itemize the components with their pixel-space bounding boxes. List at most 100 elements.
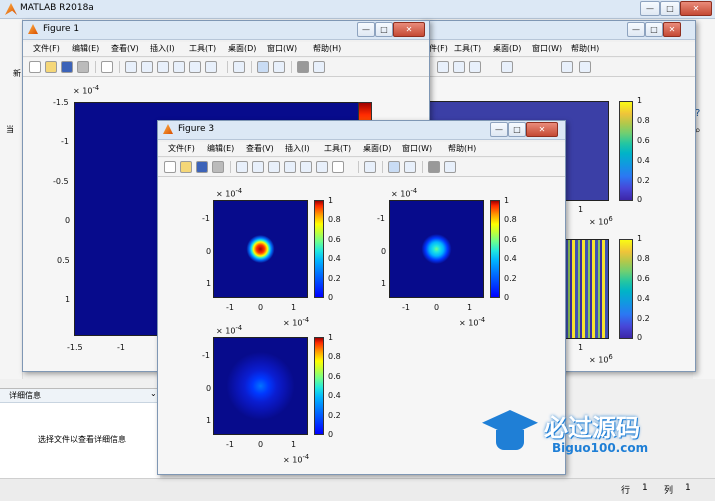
- figure1-close-button[interactable]: ✕: [393, 22, 425, 37]
- sub1-ytick-1: -1: [202, 214, 210, 223]
- figure1-menu-insert[interactable]: 插入(I): [150, 43, 175, 54]
- pointer-icon[interactable]: [332, 161, 344, 173]
- minimize-button[interactable]: —: [640, 1, 660, 16]
- new-figure-icon[interactable]: [29, 61, 41, 73]
- watermark-url: Biguo100.com: [552, 441, 649, 455]
- legend-toggle-icon[interactable]: [273, 61, 285, 73]
- figure2-minimize-button[interactable]: —: [627, 22, 645, 37]
- rotate-icon[interactable]: [173, 61, 185, 73]
- figure1-menu-view[interactable]: 查看(V): [111, 43, 139, 54]
- status-row-label: 行: [621, 486, 631, 496]
- print-icon[interactable]: [212, 161, 224, 173]
- show-tools-icon[interactable]: [313, 61, 325, 73]
- data-cursor-icon[interactable]: [189, 61, 201, 73]
- figure2-exp-top: × 106: [589, 215, 613, 227]
- save-icon[interactable]: [196, 161, 208, 173]
- sub1-cb-04: 0.4: [328, 254, 341, 263]
- sub1-colorbar: [314, 200, 324, 298]
- figure2-close-button[interactable]: ✕: [663, 22, 681, 37]
- figure2-maximize-button[interactable]: □: [645, 22, 663, 37]
- figure2-menubar: 文件(F) 工具(T) 桌面(D) 窗口(W) 帮助(H): [421, 42, 695, 57]
- figure1-xtick-2: -1: [117, 343, 125, 352]
- sub1-cb-06: 0.6: [328, 235, 341, 244]
- figure1-menu-desktop[interactable]: 桌面(D): [228, 43, 256, 54]
- figure1-menu-window[interactable]: 窗口(W): [267, 43, 297, 54]
- sub3-colorbar: [314, 337, 324, 435]
- sub1-cb-1: 1: [328, 196, 334, 205]
- figure3-menu-window[interactable]: 窗口(W): [402, 143, 432, 154]
- figure1-menu-tools[interactable]: 工具(T): [189, 43, 216, 54]
- pan-icon[interactable]: [268, 161, 280, 173]
- show-tools-icon[interactable]: [444, 161, 456, 173]
- zoom-in-icon[interactable]: [125, 61, 137, 73]
- sub2-cb-1: 1: [504, 196, 510, 205]
- figure2-menu-tools[interactable]: 工具(T): [454, 43, 481, 54]
- figure3-menu-file[interactable]: 文件(F): [168, 143, 195, 154]
- toolbar-separator: [422, 161, 423, 173]
- sub2-x-exponent-base: × 10: [459, 318, 479, 328]
- pan-icon[interactable]: [157, 61, 169, 73]
- detail-panel: 详细信息 ⌄ 选择文件以查看详细信息: [0, 388, 160, 479]
- zoom-out-icon[interactable]: [252, 161, 264, 173]
- figure3-menu-help[interactable]: 帮助(H): [448, 143, 476, 154]
- legend-toggle-icon[interactable]: [579, 61, 591, 73]
- figure3-menu-insert[interactable]: 插入(I): [285, 143, 310, 154]
- brush-icon[interactable]: [469, 61, 481, 73]
- maximize-button[interactable]: □: [660, 1, 680, 16]
- colorbar-toggle-icon[interactable]: [561, 61, 573, 73]
- figure3-maximize-button[interactable]: □: [508, 122, 526, 137]
- link-plot-icon[interactable]: [501, 61, 513, 73]
- zoom-in-icon[interactable]: [236, 161, 248, 173]
- link-plot-icon[interactable]: [364, 161, 376, 173]
- figure3-matlab-icon: [163, 124, 173, 134]
- figure1-menu-help[interactable]: 帮助(H): [313, 43, 341, 54]
- brush-icon[interactable]: [316, 161, 328, 173]
- figure3-menu-view[interactable]: 查看(V): [246, 143, 274, 154]
- pointer-icon[interactable]: [101, 61, 113, 73]
- figure1-menu-file[interactable]: 文件(F): [33, 43, 60, 54]
- watermark: 必过源码 Biguo100.com: [480, 400, 710, 470]
- link-plot-icon[interactable]: [233, 61, 245, 73]
- zoom-out-icon[interactable]: [141, 61, 153, 73]
- figure2-cb-top-0: 0: [637, 195, 643, 204]
- open-file-icon[interactable]: [180, 161, 192, 173]
- colorbar-toggle-icon[interactable]: [257, 61, 269, 73]
- figure2-cb-top-02: 0.2: [637, 176, 650, 185]
- figure3-title: Figure 3: [178, 124, 215, 134]
- toolbar-separator: [95, 61, 96, 73]
- figure3-close-button[interactable]: ✕: [526, 122, 558, 137]
- rotate-icon[interactable]: [437, 61, 449, 73]
- rotate-icon[interactable]: [284, 161, 296, 173]
- figure3-menu-edit[interactable]: 编辑(E): [207, 143, 234, 154]
- figure1-ytick-2: -1: [61, 137, 69, 146]
- brush-icon[interactable]: [205, 61, 217, 73]
- figure3-menu-desktop[interactable]: 桌面(D): [363, 143, 391, 154]
- figure1-menu-edit[interactable]: 编辑(E): [72, 43, 99, 54]
- figure2-menu-window[interactable]: 窗口(W): [532, 43, 562, 54]
- sub1-y-exponent-power: -4: [235, 187, 243, 195]
- sub3-xtick-3: 1: [291, 440, 297, 449]
- close-button[interactable]: ✕: [680, 1, 712, 16]
- sub2-y-exponent-power: -4: [410, 187, 418, 195]
- data-cursor-icon[interactable]: [453, 61, 465, 73]
- data-cursor-icon[interactable]: [300, 161, 312, 173]
- figure2-menu-desktop[interactable]: 桌面(D): [493, 43, 521, 54]
- figure2-cb-top-06: 0.6: [637, 136, 650, 145]
- print-icon[interactable]: [77, 61, 89, 73]
- colorbar-toggle-icon[interactable]: [388, 161, 400, 173]
- open-file-icon[interactable]: [45, 61, 57, 73]
- figure3-menu-tools[interactable]: 工具(T): [324, 143, 351, 154]
- chevron-down-icon[interactable]: ⌄: [150, 389, 157, 398]
- hide-tools-icon[interactable]: [297, 61, 309, 73]
- hide-tools-icon[interactable]: [428, 161, 440, 173]
- figure3-minimize-button[interactable]: —: [490, 122, 508, 137]
- figure2-menu-help[interactable]: 帮助(H): [571, 43, 599, 54]
- new-figure-icon[interactable]: [164, 161, 176, 173]
- figure1-maximize-button[interactable]: □: [375, 22, 393, 37]
- legend-toggle-icon[interactable]: [404, 161, 416, 173]
- figure1-minimize-button[interactable]: —: [357, 22, 375, 37]
- figure2-exp-bottom: × 106: [589, 353, 613, 365]
- figure3-subplot2: [389, 200, 484, 298]
- figure2-cb-bot-02: 0.2: [637, 314, 650, 323]
- save-icon[interactable]: [61, 61, 73, 73]
